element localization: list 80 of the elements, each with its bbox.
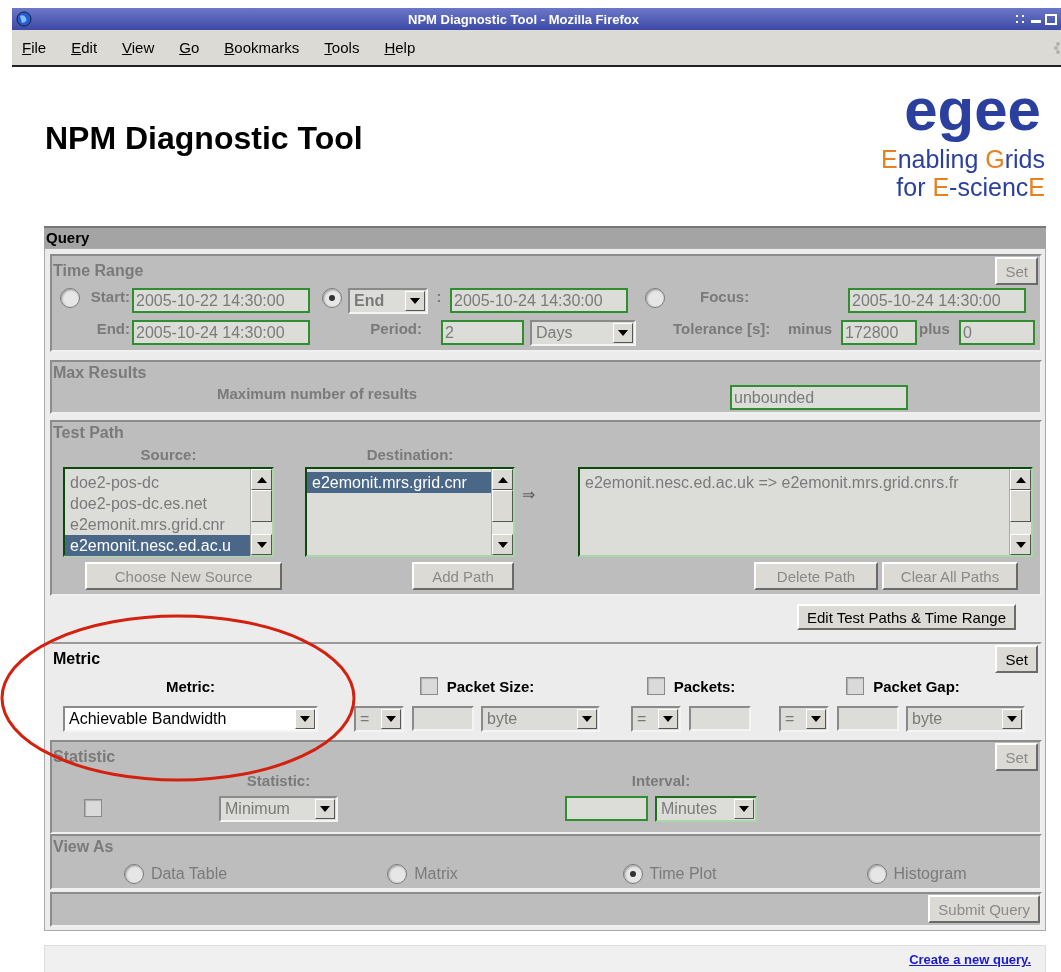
down-arrow-icon[interactable] [1015,541,1026,548]
field-label: : [435,288,443,305]
window-menu-icon[interactable] [1015,13,1027,25]
menu-item[interactable]: Help [384,39,428,56]
scrollbar-thumb[interactable] [492,490,513,522]
globe-icon [16,11,32,27]
input-field[interactable] [689,706,751,731]
checkbox[interactable] [419,677,438,695]
up-arrow-icon[interactable] [497,476,508,483]
logo-wordmark: egee [903,75,1042,145]
button[interactable]: Set [995,645,1038,673]
field-label: Focus: [700,288,751,305]
menu-item[interactable]: View [122,39,167,56]
caret-icon [811,716,821,722]
menu-item[interactable]: Edit [71,39,110,56]
section-title: Time Range [52,261,144,281]
section-title: Metric [52,649,101,669]
create-query-link[interactable]: Create a new query. [909,952,1031,968]
section-title: Max Results [52,363,147,383]
dropdown[interactable]: = [354,706,404,732]
checkbox[interactable] [846,677,865,695]
option-label: Data Table [150,865,228,883]
field-label: End: [95,320,130,337]
dropdown[interactable]: = [631,706,681,732]
up-arrow-icon[interactable] [256,476,267,483]
field-label: Metric: [165,678,216,697]
scrollbar-thumb[interactable] [251,490,272,522]
caret-icon [300,716,310,722]
logo-tagline: Enabling Grids [880,145,1045,173]
section-title: View As [52,837,114,857]
section-header: Query [44,226,1046,248]
scrollbar-thumb[interactable] [1010,490,1031,522]
caret-icon [739,806,749,812]
input-field[interactable] [837,706,899,731]
menu-item[interactable]: Bookmarks [224,39,312,56]
throbber-icon [1053,39,1061,56]
field-label: Start: [89,288,130,305]
field-label: minus [788,320,834,337]
caret-icon [1007,716,1017,722]
input-field[interactable] [412,706,474,731]
button[interactable]: Submit Query [928,895,1040,923]
checkbox[interactable] [646,677,665,695]
dropdown[interactable]: byte [906,706,1025,732]
field-label: Period: [369,320,422,337]
field-label: Packet Gap: [873,677,960,695]
section-title: Test Path [52,423,124,443]
option-label: Histogram [893,865,967,883]
menu-item[interactable]: File [22,39,59,56]
field-label: Interval: [631,772,691,791]
caret-icon [663,716,673,722]
caret-icon [618,330,628,336]
field-label: Packets: [673,677,736,695]
dropdown[interactable]: Achievable Bandwidth [63,706,318,732]
up-arrow-icon[interactable] [1015,476,1026,483]
menu-item[interactable]: Tools [324,39,372,56]
dropdown[interactable]: = [779,706,829,732]
down-arrow-icon[interactable] [256,541,267,548]
field-label: Maximum number of results [217,385,419,402]
button[interactable]: Edit Test Paths & Time Range [797,604,1016,630]
caret-icon [386,716,396,722]
maximize-icon[interactable] [1045,13,1057,25]
caret-icon [582,716,592,722]
down-arrow-icon[interactable] [497,541,508,548]
section-title: Statistic [52,747,116,767]
arrow-symbol: ⇒ [521,485,536,504]
window-title: NPM Diagnostic Tool - Mozilla Firefox [407,11,640,27]
menu-item[interactable]: Go [179,39,212,56]
option-label: Time Plot [649,865,717,883]
dropdown[interactable]: byte [481,706,600,732]
logo-tagline: for E-sciencE [896,173,1045,201]
field-label: Tolerance [s]: [673,320,772,337]
caret-icon [320,806,330,812]
field-label: Packet Size: [446,677,535,695]
field-label: Statistic: [246,772,311,791]
field-label: Destination: [365,446,455,463]
page-title: NPM Diagnostic Tool [45,119,363,157]
caret-icon [410,298,420,304]
option-label: Matrix [414,865,458,883]
field-label: Source: [139,446,198,463]
field-label: plus [919,320,951,337]
